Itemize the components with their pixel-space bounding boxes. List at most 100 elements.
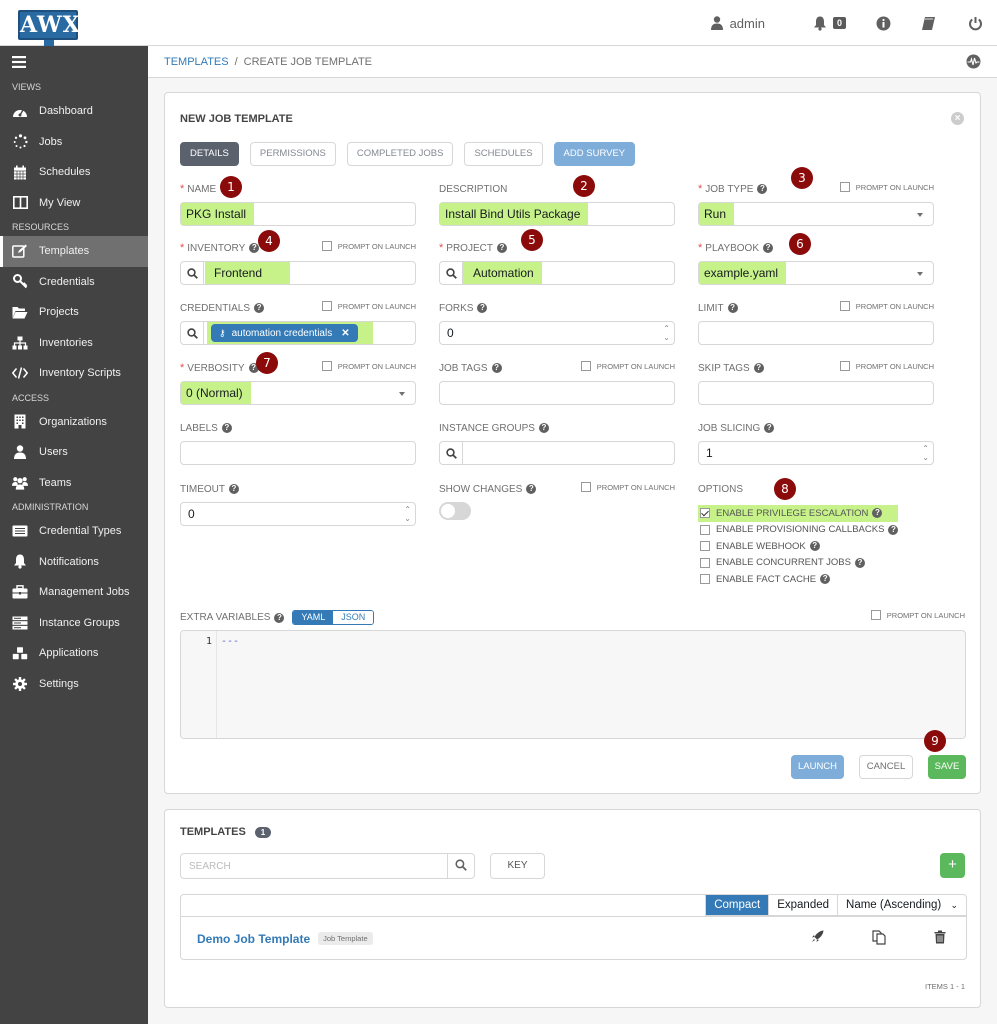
help-icon[interactable]: ?: [872, 508, 883, 519]
sidebar-item-projects[interactable]: Projects: [0, 297, 148, 328]
verbosity-prompt-on-launch[interactable]: PROMPT ON LAUNCH: [321, 361, 416, 371]
json-toggle-button[interactable]: JSON: [333, 611, 374, 624]
add-template-button[interactable]: +: [940, 853, 965, 878]
tab-completed-jobs[interactable]: COMPLETED JOBS: [346, 142, 454, 166]
documentation-button[interactable]: [921, 16, 936, 31]
help-icon[interactable]: ?: [757, 184, 768, 194]
name-input[interactable]: PKG Install: [180, 202, 416, 226]
job-slicing-input[interactable]: 1 ⌃ ⌄: [698, 441, 934, 465]
help-icon[interactable]: ?: [763, 243, 774, 253]
awx-logo[interactable]: AWX: [14, 4, 80, 46]
show-changes-prompt-on-launch[interactable]: PROMPT ON LAUNCH: [580, 482, 675, 492]
save-button[interactable]: SAVE: [928, 755, 966, 779]
sidebar-item-templates[interactable]: Templates: [0, 236, 148, 267]
description-input[interactable]: Install Bind Utils Package: [439, 202, 675, 226]
show-changes-toggle[interactable]: [439, 502, 471, 520]
search-icon[interactable]: [181, 322, 204, 344]
launch-template-button[interactable]: [787, 930, 824, 945]
launch-button[interactable]: LAUNCH: [791, 755, 844, 779]
help-icon[interactable]: ?: [221, 423, 232, 433]
key-button[interactable]: KEY: [490, 853, 545, 879]
add-survey-button[interactable]: ADD SURVEY: [553, 142, 636, 166]
checkbox[interactable]: [700, 541, 710, 552]
forks-input[interactable]: 0 ⌃ ⌄: [439, 321, 675, 345]
checkbox-checked[interactable]: [700, 508, 710, 519]
checkbox[interactable]: [870, 610, 881, 620]
job-type-select[interactable]: Run: [698, 202, 934, 226]
sidebar-item-credential-types[interactable]: Credential Types: [0, 516, 148, 547]
logout-button[interactable]: [968, 16, 983, 31]
checkbox[interactable]: [321, 301, 332, 311]
job-type-prompt-on-launch[interactable]: PROMPT ON LAUNCH: [839, 182, 934, 192]
help-icon[interactable]: ?: [254, 303, 265, 313]
help-icon[interactable]: ?: [477, 303, 488, 313]
close-form-button[interactable]: ×: [951, 112, 964, 125]
tab-schedules[interactable]: SCHEDULES: [464, 142, 543, 166]
sidebar-item-jobs[interactable]: Jobs: [0, 127, 148, 158]
checkbox[interactable]: [700, 557, 710, 568]
option-enable-privilege-escalation[interactable]: ENABLE PRIVILEGE ESCALATION?: [698, 505, 898, 522]
search-button[interactable]: [447, 854, 474, 878]
yaml-toggle-button[interactable]: YAML: [293, 611, 334, 624]
checkbox[interactable]: [700, 524, 710, 535]
extra-variables-editor[interactable]: 1 ---: [180, 630, 966, 739]
help-icon[interactable]: ?: [229, 484, 239, 494]
sidebar-item-settings[interactable]: Settings: [0, 669, 148, 700]
help-icon[interactable]: ?: [854, 557, 865, 568]
sidebar-item-my-view[interactable]: My View: [0, 188, 148, 219]
delete-template-button[interactable]: [910, 930, 946, 945]
sidebar-item-organizations[interactable]: Organizations: [0, 407, 148, 438]
sidebar-item-applications[interactable]: Applications: [0, 638, 148, 669]
help-icon[interactable]: ?: [764, 423, 775, 433]
checkbox[interactable]: [321, 361, 332, 371]
number-spinner[interactable]: ⌃ ⌄: [922, 444, 929, 462]
option-enable-provisioning-callbacks[interactable]: ENABLE PROVISIONING CALLBACKS?: [698, 522, 899, 539]
option-enable-fact-cache[interactable]: ENABLE FACT CACHE?: [698, 571, 898, 588]
inventory-lookup[interactable]: Frontend: [180, 261, 416, 285]
skip-tags-prompt-on-launch[interactable]: PROMPT ON LAUNCH: [839, 361, 934, 371]
help-icon[interactable]: ?: [753, 363, 764, 373]
template-name-link[interactable]: Demo Job Template: [197, 932, 310, 946]
job-tags-prompt-on-launch[interactable]: PROMPT ON LAUNCH: [580, 361, 675, 371]
help-icon[interactable]: ?: [809, 541, 820, 552]
sidebar-toggle[interactable]: [0, 46, 148, 78]
user-menu[interactable]: admin: [710, 15, 765, 31]
sidebar-item-notifications[interactable]: Notifications: [0, 547, 148, 578]
search-icon[interactable]: [440, 442, 463, 464]
sidebar-item-credentials[interactable]: Credentials: [0, 267, 148, 298]
skip-tags-input[interactable]: [698, 381, 934, 405]
sidebar-item-schedules[interactable]: Schedules: [0, 157, 148, 188]
limit-input[interactable]: [698, 321, 934, 345]
search-icon[interactable]: [440, 262, 463, 284]
expanded-view-button[interactable]: Expanded: [769, 895, 839, 915]
sidebar-item-inventories[interactable]: Inventories: [0, 328, 148, 359]
checkbox[interactable]: [839, 182, 850, 192]
verbosity-select[interactable]: 0 (Normal): [180, 381, 416, 405]
cancel-button[interactable]: CANCEL: [859, 755, 913, 779]
notifications-button[interactable]: 0: [813, 16, 846, 31]
checkbox[interactable]: [700, 574, 710, 585]
tab-permissions[interactable]: PERMISSIONS: [249, 142, 336, 166]
sidebar-item-instance-groups[interactable]: Instance Groups: [0, 608, 148, 639]
help-icon[interactable]: ?: [526, 484, 537, 494]
breadcrumb-templates-link[interactable]: TEMPLATES: [164, 56, 229, 68]
number-spinner[interactable]: ⌃ ⌄: [404, 505, 411, 523]
option-enable-concurrent-jobs[interactable]: ENABLE CONCURRENT JOBS?: [698, 555, 898, 572]
tab-details[interactable]: DETAILS: [180, 142, 239, 166]
sidebar-item-users[interactable]: Users: [0, 437, 148, 468]
remove-credential-icon[interactable]: ✕: [341, 328, 349, 339]
about-button[interactable]: [876, 16, 891, 31]
help-icon[interactable]: ?: [491, 363, 502, 373]
checkbox[interactable]: [839, 361, 850, 371]
sidebar-item-management-jobs[interactable]: Management Jobs: [0, 577, 148, 608]
compact-view-button[interactable]: Compact: [706, 895, 770, 915]
checkbox[interactable]: [580, 482, 591, 492]
number-spinner[interactable]: ⌃ ⌄: [663, 324, 670, 342]
help-icon[interactable]: ?: [274, 612, 285, 623]
help-icon[interactable]: ?: [820, 574, 831, 585]
timeout-input[interactable]: 0 ⌃ ⌄: [180, 502, 416, 526]
playbook-select[interactable]: example.yaml: [698, 261, 934, 285]
project-lookup[interactable]: Automation: [439, 261, 675, 285]
help-icon[interactable]: ?: [496, 243, 507, 253]
search-input[interactable]: [181, 854, 447, 878]
